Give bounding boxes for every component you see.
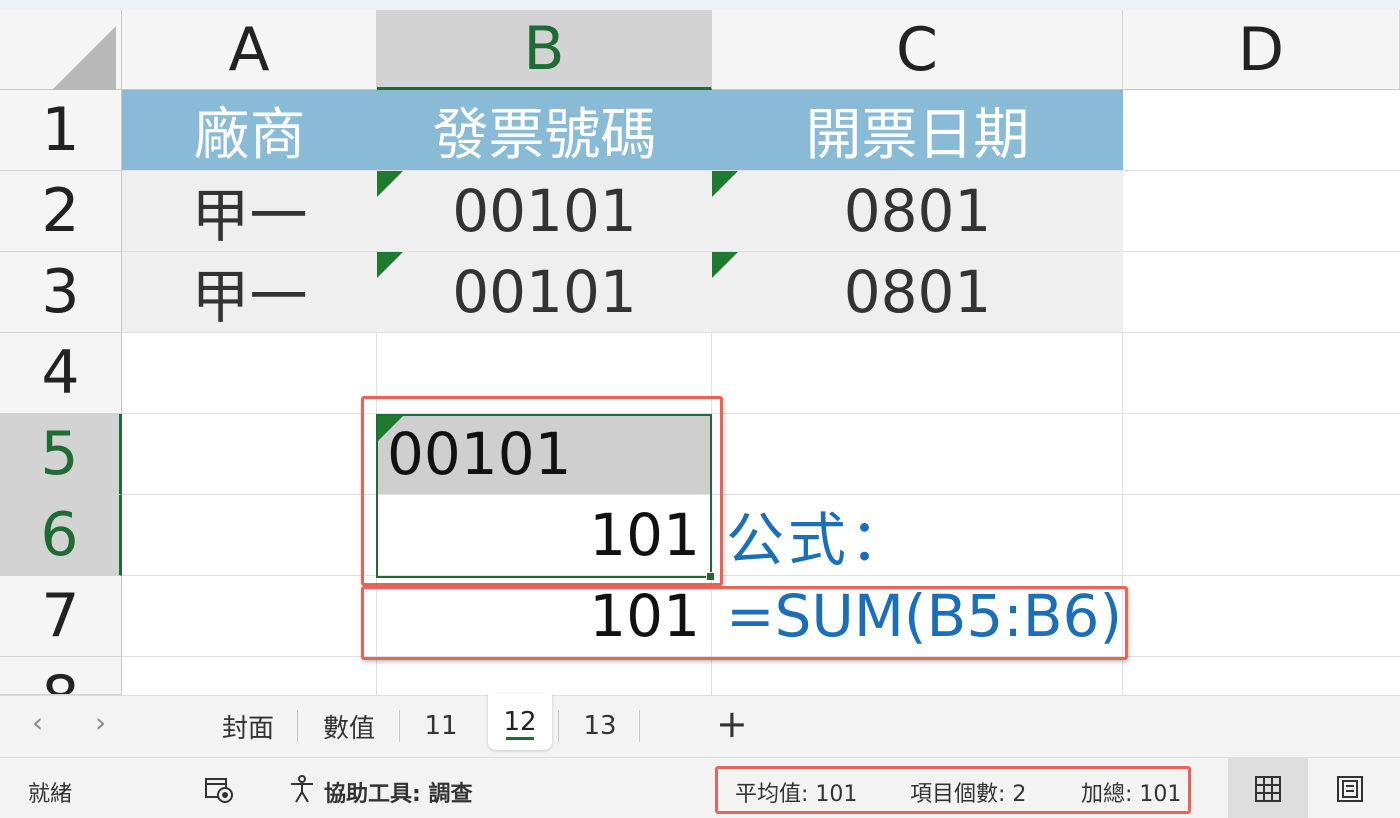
tab-12[interactable]: 12 (488, 694, 552, 750)
cell-a1[interactable]: 廠商 (122, 90, 377, 170)
next-sheet-icon[interactable]: › (95, 706, 106, 739)
cell-b1[interactable]: 發票號碼 (377, 90, 712, 170)
row-header-6[interactable]: 6 (0, 495, 122, 576)
annotation-box-selection (361, 396, 723, 586)
prev-sheet-icon[interactable]: ‹ (32, 706, 43, 739)
tab-separator (399, 710, 400, 742)
row-header-1[interactable]: 1 (0, 90, 122, 171)
status-ready: 就緒 (28, 782, 73, 807)
page-layout-icon (1337, 775, 1363, 802)
row-header-8[interactable]: 8 (0, 657, 122, 695)
active-tab-underline (506, 737, 534, 740)
cell-c6[interactable]: 公式： (712, 495, 1123, 575)
row-header-2[interactable]: 2 (0, 171, 122, 252)
tab-separator (558, 710, 559, 742)
cell-a2[interactable]: 甲一 (122, 171, 377, 251)
annotation-box-formula (361, 586, 1128, 660)
cell-b3[interactable]: 00101 (377, 252, 712, 332)
text-number-warning-icon (377, 252, 403, 278)
text-number-warning-icon (712, 171, 738, 197)
row-header-7[interactable]: 7 (0, 576, 122, 657)
tab-separator (639, 710, 640, 742)
sheet-tab-bar: ‹ › 封面 數值 11 12 13 + (0, 694, 1400, 757)
grid-line (122, 332, 1400, 333)
row-header-3[interactable]: 3 (0, 252, 122, 333)
accessibility-icon[interactable] (288, 774, 318, 810)
cell-a3[interactable]: 甲一 (122, 252, 377, 332)
tab-13[interactable]: 13 (562, 696, 638, 756)
window-top-strip (0, 0, 1400, 10)
text-number-warning-icon (377, 171, 403, 197)
cell-c3[interactable]: 0801 (712, 252, 1123, 332)
add-sheet-button[interactable]: + (716, 702, 748, 746)
macro-record-icon[interactable] (204, 774, 234, 810)
normal-view-icon (1255, 775, 1281, 802)
select-all-triangle-icon (46, 26, 116, 96)
cell-c2[interactable]: 0801 (712, 171, 1123, 251)
page-layout-button[interactable] (1310, 758, 1390, 818)
column-header-b[interactable]: B (377, 10, 712, 90)
column-header-d[interactable]: D (1123, 10, 1400, 90)
accessibility-status[interactable]: 協助工具: 調查 (324, 776, 472, 808)
cell-b2[interactable]: 00101 (377, 171, 712, 251)
text-number-warning-icon (712, 252, 738, 278)
tab-values[interactable]: 數值 (300, 696, 398, 756)
normal-view-button[interactable] (1228, 758, 1308, 818)
annotation-box-status (715, 766, 1191, 814)
row-header-5[interactable]: 5 (0, 414, 122, 495)
grid-line (122, 413, 1400, 414)
status-bar: 就緒 協助工具: 調查 平均值: 101 項目個數: 2 加總: 101 (0, 757, 1400, 818)
tab-separator (297, 710, 298, 742)
tab-11[interactable]: 11 (402, 696, 480, 756)
row-header-4[interactable]: 4 (0, 333, 122, 414)
column-header-a[interactable]: A (122, 10, 377, 90)
column-header-c[interactable]: C (712, 10, 1123, 90)
tab-cover[interactable]: 封面 (200, 696, 296, 756)
cell-c1[interactable]: 開票日期 (712, 90, 1123, 170)
select-all-corner[interactable] (0, 10, 122, 96)
tab-12-label: 12 (503, 707, 537, 737)
